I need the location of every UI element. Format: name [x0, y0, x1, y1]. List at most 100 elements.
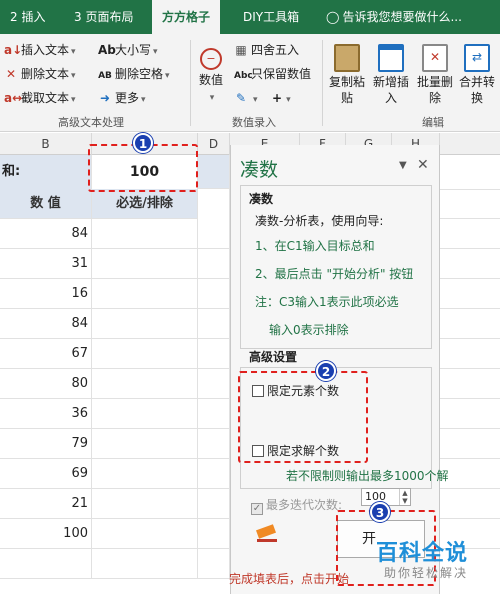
table-row: 80: [0, 369, 230, 399]
table-row: 67: [0, 339, 230, 369]
cell-d[interactable]: [198, 429, 230, 459]
grid-cell[interactable]: [440, 249, 500, 279]
tab-page-layout[interactable]: 3 页面布局: [74, 0, 133, 34]
grid-cell[interactable]: [440, 189, 500, 219]
grid-cell[interactable]: [440, 459, 500, 489]
table-row: 31: [0, 249, 230, 279]
copy-paste-button[interactable]: 复制粘贴: [326, 44, 368, 106]
plus-icon: +: [272, 91, 283, 105]
value-header-cell[interactable]: 数 值: [0, 189, 92, 219]
add-dropdown-button[interactable]: + ▾: [272, 88, 291, 108]
value-cell[interactable]: 69: [0, 459, 92, 489]
merge-icon: ⇄: [464, 44, 490, 72]
cell-d[interactable]: [198, 519, 230, 549]
flag-cell[interactable]: [92, 219, 198, 249]
value-cell[interactable]: [0, 549, 92, 579]
cell-d[interactable]: [198, 309, 230, 339]
close-icon[interactable]: ✕: [417, 157, 429, 173]
value-cell[interactable]: 36: [0, 399, 92, 429]
value-cell[interactable]: 84: [0, 219, 92, 249]
target-label-cell[interactable]: 和:: [0, 155, 92, 189]
grid-cell[interactable]: [440, 489, 500, 519]
flag-cell[interactable]: [92, 519, 198, 549]
flag-cell[interactable]: [92, 549, 198, 579]
grid-cell[interactable]: [440, 219, 500, 249]
cell-d[interactable]: [198, 219, 230, 249]
flag-cell[interactable]: [92, 339, 198, 369]
cell-d[interactable]: [198, 279, 230, 309]
cell-d[interactable]: [198, 399, 230, 429]
insert-text-button[interactable]: a↓插入文本 ▾: [4, 40, 76, 60]
grid-cell[interactable]: [440, 339, 500, 369]
table-row: 16: [0, 279, 230, 309]
flag-cell[interactable]: [92, 309, 198, 339]
max-iterations-value: 100: [365, 490, 386, 503]
spinner-arrows-icon[interactable]: ▲ ▼: [399, 489, 410, 505]
chevron-down-icon: ▾: [71, 47, 76, 57]
remove-spaces-button[interactable]: AB 删除空格 ▾: [98, 64, 170, 84]
pane-options-icon[interactable]: ▼: [399, 160, 407, 171]
case-label: 大小写: [115, 43, 152, 57]
delete-text-button[interactable]: ✕ 删除文本 ▾: [4, 64, 76, 84]
eraser-icon[interactable]: [253, 523, 281, 551]
value-cell[interactable]: 67: [0, 339, 92, 369]
highlight-box-2: [238, 371, 368, 463]
tab-fangfangezi[interactable]: 方方格子: [152, 0, 221, 34]
case-button[interactable]: Ab大小写 ▾: [98, 40, 158, 60]
max-iterations-checkbox[interactable]: ✓ 最多迭代次数:: [251, 496, 342, 515]
chevron-down-icon: ▾: [71, 71, 76, 81]
merge-convert-button[interactable]: ⇄ 合并转换: [456, 44, 498, 106]
flag-cell[interactable]: [92, 489, 198, 519]
tab-insert[interactable]: 2 插入: [10, 0, 45, 34]
cell-d[interactable]: [198, 339, 230, 369]
cell-d[interactable]: [198, 459, 230, 489]
value-cell[interactable]: 21: [0, 489, 92, 519]
insert-new-button[interactable]: 新增插入: [370, 44, 412, 106]
grid-cell[interactable]: [440, 309, 500, 339]
flag-cell[interactable]: [92, 429, 198, 459]
cell-d[interactable]: [198, 249, 230, 279]
arrow-right-icon: ➜: [99, 91, 111, 105]
flag-header-cell[interactable]: 必选/排除: [92, 189, 198, 219]
watermark-subtitle: 助你轻松解决: [384, 566, 469, 580]
grid-cell[interactable]: [440, 399, 500, 429]
cell-d[interactable]: [198, 549, 230, 579]
text-group-label: 高级文本处理: [58, 116, 124, 129]
tell-me-placeholder: 告诉我您想要做什么...: [342, 10, 462, 24]
chevron-down-icon: ▾: [141, 95, 146, 105]
value-button[interactable]: − 数值 ▾: [194, 44, 228, 106]
flag-cell[interactable]: [92, 369, 198, 399]
value-cell[interactable]: 80: [0, 369, 92, 399]
batch-delete-button[interactable]: ✕ 批量删除: [414, 44, 456, 106]
value-cell[interactable]: 100: [0, 519, 92, 549]
round-button[interactable]: ▦ 四舍五入: [234, 40, 299, 60]
number-group-label: 数值录入: [232, 116, 276, 129]
column-header-b[interactable]: B: [0, 133, 92, 155]
flag-cell[interactable]: [92, 249, 198, 279]
grid-cell[interactable]: [440, 369, 500, 399]
value-cell[interactable]: 79: [0, 429, 92, 459]
tab-diy-toolbox[interactable]: DIY工具箱: [243, 0, 299, 34]
value-cell[interactable]: 16: [0, 279, 92, 309]
cell-d2[interactable]: [198, 189, 230, 219]
group-divider: [190, 40, 191, 126]
flag-cell[interactable]: [92, 459, 198, 489]
value-cell[interactable]: 31: [0, 249, 92, 279]
value-cell[interactable]: 84: [0, 309, 92, 339]
chevron-down-icon: ▾: [165, 71, 170, 81]
edit-dropdown-button[interactable]: ✎ ▾: [234, 88, 258, 108]
grid-cell[interactable]: [440, 429, 500, 459]
extract-text-button[interactable]: a↔截取文本 ▾: [4, 88, 76, 108]
grid-cell[interactable]: [440, 279, 500, 309]
cell-d[interactable]: [198, 489, 230, 519]
guide-section: 凑数 凑数-分析表，使用向导: 1、在C1输入目标总和 2、最后点击 "开始分析…: [240, 185, 432, 349]
pencil-icon: ✎: [235, 91, 247, 105]
cell-d1[interactable]: [198, 155, 230, 189]
keep-values-button[interactable]: Abc只保留数值: [234, 64, 311, 84]
flag-cell[interactable]: [92, 399, 198, 429]
cell-d[interactable]: [198, 369, 230, 399]
flag-cell[interactable]: [92, 279, 198, 309]
column-header-d[interactable]: D: [198, 133, 230, 155]
tell-me-search[interactable]: ◯ 告诉我您想要做什么...: [326, 0, 462, 34]
more-button[interactable]: ➜ 更多 ▾: [98, 88, 146, 108]
